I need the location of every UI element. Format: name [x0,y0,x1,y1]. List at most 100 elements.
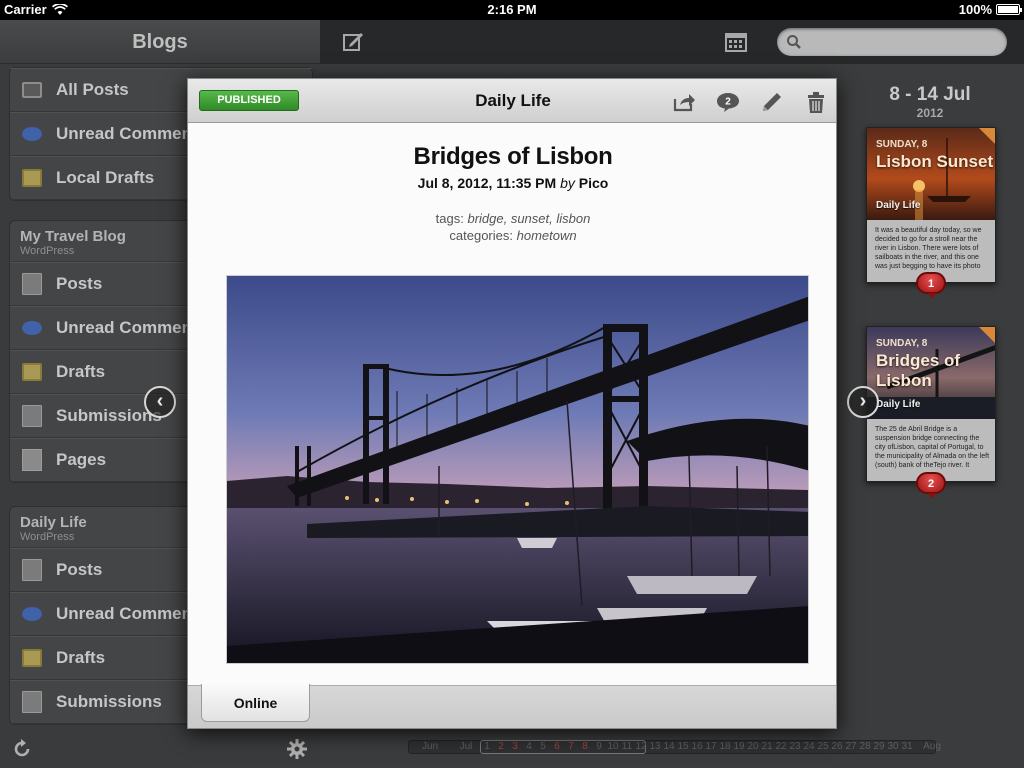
comment-bubble-icon [22,127,42,141]
timeline-day[interactable]: 3 [508,741,522,752]
timeline-day[interactable]: 2 [494,741,508,752]
drafts-icon [22,649,42,667]
battery-indicator: 100% [958,2,1022,17]
post-photo [226,275,809,664]
post-preview-modal: PUBLISHED Daily Life 2 Bridges of Lisbon… [187,78,837,729]
post-meta: Jul 8, 2012, 11:35 PM by Pico [188,175,836,191]
comment-count-badge[interactable]: 2 [916,472,946,499]
posts-icon [18,559,42,584]
battery-icon [996,4,1022,15]
timeline-day[interactable]: 12 [634,741,648,752]
post-tags: tags: bridge, sunset, lisbon [188,210,836,227]
post-date: Jul 8, 2012, 11:35 PM [417,175,557,191]
next-post-button[interactable]: › [847,386,879,418]
drafts-icon [22,363,42,381]
sidebar-item-label: Unread Comments [56,124,208,143]
clock: 2:16 PM [487,2,537,17]
timeline-month[interactable]: Aug [914,741,950,752]
tags-label: tags: [435,211,464,226]
timeline-day[interactable]: 26 [830,741,844,752]
timeline-day[interactable]: 5 [536,741,550,752]
battery-percent: 100% [958,2,992,17]
calendar-icon[interactable] [725,31,747,53]
submissions-icon [18,691,42,716]
timeline-day[interactable]: 25 [816,741,830,752]
timeline-day[interactable]: 28 [858,741,872,752]
timeline-month[interactable]: Jul [452,741,480,752]
timeline-day[interactable]: 20 [746,741,760,752]
tags-value: bridge, sunset, lisbon [467,211,591,226]
timeline-day[interactable]: 7 [564,741,578,752]
timeline-day[interactable]: 9 [592,741,606,752]
timeline-day[interactable]: 16 [690,741,704,752]
timeline-day[interactable]: 30 [886,741,900,752]
timeline-day[interactable]: 21 [760,741,774,752]
timeline-day[interactable]: 23 [788,741,802,752]
comments-count: 2 [725,97,731,108]
timeline-scrubber[interactable]: Jun Jul 1 2 3 4 5 6 7 8 9 10 11 12 13 14 15 16 17 18 19 20 21 2… [408,738,941,756]
post-taxonomy: tags: bridge, sunset, lisbon categories:… [188,210,836,244]
sidebar-item-label: Submissions [56,692,162,711]
timeline-day[interactable]: 31 [900,741,914,752]
card-day: SUNDAY, 8 [876,338,928,349]
timeline-day[interactable]: 27 [844,741,858,752]
timeline-day[interactable]: 22 [774,741,788,752]
sidebar-item-label: Unread Comments [56,318,208,337]
timeline-day[interactable]: 15 [676,741,690,752]
timeline-day[interactable]: 18 [718,741,732,752]
week-range: 8 - 14 Jul [889,84,971,105]
search-field[interactable] [777,28,1007,56]
timeline-month[interactable]: Jun [408,741,452,752]
timeline-day[interactable]: 14 [662,741,676,752]
post-card[interactable]: SUNDAY, 8 Lisbon Sunset Daily Life It wa… [866,127,996,283]
timeline-day[interactable]: 10 [606,741,620,752]
card-day: SUNDAY, 8 [876,139,928,150]
comment-count-badge[interactable]: 1 [916,272,946,299]
comment-bubble-icon [22,607,42,621]
timeline-day[interactable]: 24 [802,741,816,752]
submissions-icon [18,405,42,430]
post-card[interactable]: SUNDAY, 8 Bridges of Lisbon Daily Life T… [866,326,996,482]
previous-post-button[interactable]: ‹ [144,386,176,418]
post-title: Bridges of Lisbon [413,143,613,170]
page-icon [22,449,42,471]
sidebar-footer [0,728,320,768]
sidebar-item-label: Pages [56,450,107,469]
card-title: Bridges of Lisbon [876,351,961,390]
edit-pencil-icon[interactable] [760,90,784,114]
sidebar-item-label: Drafts [56,648,106,667]
card-corner [979,128,995,144]
sidebar-item-label: All Posts [56,80,129,99]
post-author: Pico [578,175,609,191]
refresh-icon[interactable] [11,738,33,760]
search-icon [787,35,801,49]
trash-icon[interactable] [804,90,828,114]
week-year: 2012 [916,106,944,120]
posts-icon [18,273,42,298]
timeline-day[interactable]: 6 [550,741,564,752]
categories-label: categories: [449,228,513,243]
main-toolbar [320,20,1024,64]
status-bar: Carrier 2:16 PM 100% [0,0,1024,20]
week-header: 8 - 14 Jul 2012 [845,84,1015,120]
post-categories: categories: hometown [188,227,836,244]
local-draft-icon [22,169,42,187]
search-input[interactable] [805,32,995,52]
gear-icon[interactable] [286,738,308,760]
timeline-day[interactable]: 29 [872,741,886,752]
timeline-day[interactable]: 13 [648,741,662,752]
sidebar-item-label: Unread Comments [56,604,208,623]
timeline-day[interactable]: 11 [620,741,634,752]
share-icon[interactable] [672,90,696,114]
timeline-day[interactable]: 19 [732,741,746,752]
modal-toolbar: PUBLISHED Daily Life 2 [188,79,836,123]
timeline-day[interactable]: 17 [704,741,718,752]
timeline-day[interactable]: 8 [578,741,592,752]
tab-online[interactable]: Online [201,684,310,722]
monitor-icon [22,82,42,98]
timeline-day[interactable]: 1 [480,741,494,752]
compose-icon[interactable] [342,31,364,53]
modal-bottom-bar: Online [188,684,836,728]
comments-icon[interactable]: 2 [716,90,740,114]
timeline-day[interactable]: 4 [522,741,536,752]
